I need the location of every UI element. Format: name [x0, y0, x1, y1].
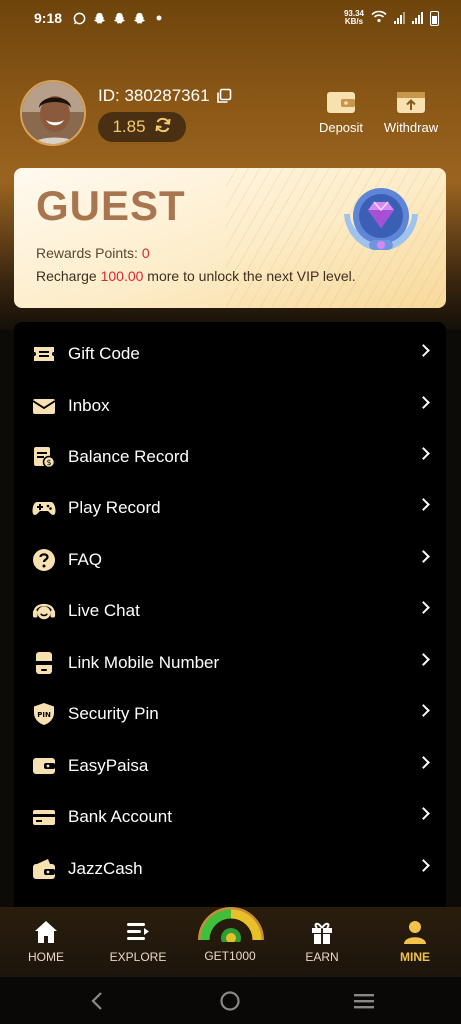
mail-icon [32, 394, 56, 418]
wifi-icon [371, 10, 387, 26]
system-nav-bar [0, 977, 461, 1024]
menu-item-security-pin[interactable]: PIN Security Pin [14, 688, 446, 739]
menu-item-faq[interactable]: FAQ [14, 534, 446, 585]
snapchat-icon [92, 11, 106, 25]
vip-badge-icon [336, 174, 426, 264]
chevron-right-icon [417, 653, 430, 666]
status-time: 9:18 [34, 10, 63, 26]
menu-item-inbox[interactable]: Inbox [14, 380, 446, 431]
whatsapp-icon [72, 11, 86, 25]
home-icon [33, 919, 59, 945]
snapchat-icon [112, 11, 126, 25]
menu-item-link-mobile-number[interactable]: Link Mobile Number [14, 637, 446, 688]
svg-text:PIN: PIN [37, 711, 51, 719]
withdraw-button[interactable]: Withdraw [376, 90, 446, 135]
chevron-right-icon [417, 807, 430, 820]
nav-mine[interactable]: MINE [380, 919, 450, 964]
nav-get1000[interactable]: GET1000 [195, 949, 265, 963]
chevron-right-icon [417, 601, 430, 614]
menu-item-balance-record[interactable]: $ Balance Record [14, 431, 446, 482]
recharge-info: Recharge 100.00 more to unlock the next … [36, 268, 356, 284]
deposit-button[interactable]: Deposit [306, 90, 376, 135]
dot-icon [152, 11, 166, 25]
recents-icon[interactable] [353, 992, 375, 1015]
nav-earn[interactable]: EARN [287, 919, 357, 964]
chevron-right-icon [417, 756, 430, 769]
question-icon [32, 548, 56, 572]
menu-list: Gift Code Inbox $ Balance Record Play Re… [14, 322, 446, 922]
menu-item-live-chat[interactable]: Live Chat [14, 585, 446, 636]
wallet-icon [32, 754, 56, 778]
card-icon [32, 805, 56, 829]
balance-amount: 1.85 [112, 117, 146, 136]
chevron-right-icon [417, 447, 430, 460]
chevron-right-icon [417, 859, 430, 872]
nav-explore[interactable]: EXPLORE [103, 919, 173, 964]
nav-home[interactable]: HOME [11, 919, 81, 964]
chevron-right-icon [417, 704, 430, 717]
refresh-icon[interactable] [154, 116, 172, 139]
chevron-right-icon [417, 550, 430, 563]
menu-item-jazzcash[interactable]: JazzCash [14, 843, 446, 894]
battery-icon [430, 10, 439, 26]
snapchat-icon [132, 11, 146, 25]
signal-icon [394, 12, 405, 24]
rewards-points: Rewards Points: 0 [36, 245, 150, 261]
user-id: ID: 380287361 [98, 86, 232, 106]
gift-icon [309, 919, 335, 945]
headset-icon [32, 599, 56, 623]
get1000-gauge-icon[interactable] [197, 902, 265, 948]
avatar[interactable] [20, 80, 86, 146]
menu-item-bank-account[interactable]: Bank Account [14, 791, 446, 842]
signal-icon [412, 12, 423, 24]
menu-item-gift-code[interactable]: Gift Code [14, 328, 446, 379]
back-icon[interactable] [90, 991, 104, 1016]
explore-icon [125, 919, 151, 945]
vip-card[interactable]: GUEST Rewards Points: 0 Recharge 100.00 … [14, 168, 446, 308]
wallet-icon [326, 90, 356, 114]
network-speed: 93.34 KB/s [343, 9, 364, 26]
user-icon [402, 919, 428, 945]
withdraw-icon [396, 90, 426, 114]
phone-icon [32, 651, 56, 675]
menu-item-easypaisa[interactable]: EasyPaisa [14, 740, 446, 791]
svg-text:$: $ [46, 458, 51, 467]
wallet-cash-icon [32, 857, 56, 881]
balance-record-icon: $ [32, 445, 56, 469]
gamepad-icon [32, 496, 56, 520]
ticket-icon [32, 342, 56, 366]
shield-pin-icon: PIN [32, 702, 56, 726]
chevron-right-icon [417, 498, 430, 511]
copy-icon[interactable] [216, 88, 232, 104]
home-circle-icon[interactable] [219, 990, 241, 1017]
menu-item-play-record[interactable]: Play Record [14, 482, 446, 533]
chevron-right-icon [417, 344, 430, 357]
balance-pill[interactable]: 1.85 [98, 112, 186, 142]
status-bar: 9:18 93.34 KB/s [0, 0, 461, 36]
vip-level: GUEST [36, 182, 186, 229]
chevron-right-icon [417, 396, 430, 409]
